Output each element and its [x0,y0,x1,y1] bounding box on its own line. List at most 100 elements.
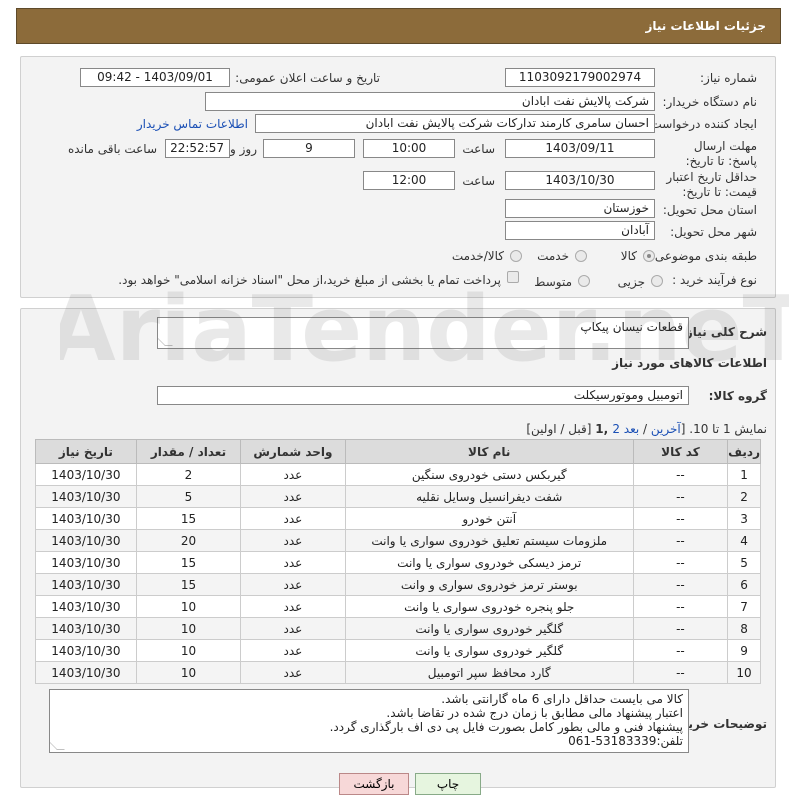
table-row: 7 -- جلو پنجره خودروی سواری یا وانت عدد 10 14… [35,595,761,618]
cell-unit: عدد [240,485,346,508]
cell-name: بوستر ترمز خودروی سواری و وانت [344,573,634,596]
cell-quantity: 5 [135,485,242,508]
cell-name: ترمز دیسکی خودروی سواری یا وانت [344,551,634,574]
cell-unit: عدد [240,529,346,552]
goods-table-header: ردیف کد کالا نام کالا واحد شمارش تعداد /… [35,439,761,464]
goods-group-label: گروه کالا: [708,389,767,403]
requester-field: احسان سامری کارمند تدارکات شرکت پالایش ن… [255,114,655,133]
treasury-payment-checkbox[interactable] [507,271,519,283]
cell-quantity: 10 [135,595,242,618]
days-label: روز و [230,142,257,156]
process-type-label: نوع فرآیند خرید : [672,273,757,287]
cell-row: 6 [727,573,761,596]
cell-date: 1403/10/30 [35,595,137,618]
province-label: استان محل تحویل: [662,203,757,217]
validity-date-field: 1403/10/30 [505,171,655,190]
cell-code: -- [632,639,729,662]
announce-datetime-label: تاریخ و ساعت اعلان عمومی: [235,71,380,85]
buyer-notes-textarea: کالا می بایست حداقل دارای 6 ماه گارانتی … [49,689,689,753]
cell-quantity: 10 [135,639,242,662]
description-label: شرح کلی نیاز: [681,325,767,339]
pagination-next-link[interactable]: بعد [624,422,639,436]
process-minor-label: جزیی [617,275,645,289]
cell-unit: عدد [240,551,346,574]
cell-row: 9 [727,639,761,662]
cell-date: 1403/10/30 [35,485,137,508]
table-row: 10 -- گارد محافظ سپر اتومبیل عدد 10 1403/10/3… [35,661,761,684]
reply-date-field: 1403/09/11 [505,139,655,158]
cell-unit: عدد [240,573,346,596]
need-number-label: شماره نیاز: [700,71,757,85]
cell-date: 1403/10/30 [35,551,137,574]
buyer-org-label: نام دستگاه خریدار: [662,95,758,109]
cell-date: 1403/10/30 [35,573,137,596]
cell-code: -- [632,529,729,552]
buyer-note-line: پیشنهاد فنی و مالی بطور کامل بصورت فایل … [329,720,683,734]
category-both-label: کالا/خدمت [451,249,504,263]
need-number-field: 1103092179002974 [505,68,655,87]
buyer-note-line: اعتبار پیشنهاد مالی مطابق با زمان درج شد… [386,706,683,720]
cell-name: گلگیر خودروی سواری یا وانت [344,639,634,662]
pagination-bar: نمایش 1 تا 10. [آخرین / بعد 2 ,1 [قبل / … [526,422,767,436]
pagination-suffix: [قبل / اولین] [526,422,596,436]
announce-datetime-field: 1403/09/01 - 09:42 [80,68,230,87]
remaining-time-field: 22:52:57 [165,139,230,158]
back-button[interactable]: بازگشت [339,773,409,795]
cell-date: 1403/10/30 [35,639,137,662]
category-service-label: خدمت [537,249,569,263]
pagination-page-2[interactable]: 2 [612,422,620,436]
goods-group-field: اتومبیل وموتورسیکلت [157,386,689,405]
buyer-org-field: شرکت پالایش نفت ابادان [205,92,655,111]
buyer-contact-link[interactable]: اطلاعات تماس خریدار [137,117,248,131]
col-unit: واحد شمارش [240,439,346,464]
cell-quantity: 10 [135,617,242,640]
pagination-last-link[interactable]: آخرین [651,422,681,436]
cell-unit: عدد [240,661,346,684]
print-button[interactable]: چاپ [415,773,481,795]
table-row: 2 -- شفت دیفرانسیل وسایل نقلیه عدد 5 1403/10/… [35,485,761,508]
category-label: طبقه بندی موضوعی: [650,249,757,263]
goods-table: ردیف کد کالا نام کالا واحد شمارش تعداد /… [35,439,761,684]
cell-row: 3 [727,507,761,530]
cell-row: 8 [727,617,761,640]
validity-time-label: ساعت [462,174,495,188]
requester-label: ایجاد کننده درخواست: [646,117,757,131]
description-textarea: قطعات نیسان پیکاپ [157,317,689,349]
goods-info-title: اطلاعات کالاهای مورد نیاز [612,356,767,370]
cell-name: گارد محافظ سپر اتومبیل [344,661,634,684]
category-service-radio[interactable] [575,250,587,262]
cell-quantity: 10 [135,661,242,684]
treasury-payment-note: پرداخت تمام یا بخشی از مبلغ خرید،از محل … [118,273,501,287]
cell-code: -- [632,617,729,640]
need-details-panel: شرح کلی نیاز: قطعات نیسان پیکاپ اطلاعات … [20,308,776,788]
category-both-radio[interactable] [510,250,522,262]
reply-time-label: ساعت [462,142,495,156]
cell-name: شفت دیفرانسیل وسایل نقلیه [344,485,634,508]
cell-code: -- [632,595,729,618]
col-date: تاریخ نیاز [35,439,137,464]
cell-unit: عدد [240,595,346,618]
table-row: 6 -- بوستر ترمز خودروی سواری و وانت عدد 15 14… [35,573,761,596]
cell-date: 1403/10/30 [35,507,137,530]
process-minor-radio[interactable] [651,275,663,287]
table-row: 9 -- گلگیر خودروی سواری یا وانت عدد 10 1403/1… [35,639,761,662]
resize-handle-icon[interactable] [158,338,173,346]
category-goods-label: کالا [620,249,637,263]
cell-code: -- [632,507,729,530]
cell-unit: عدد [240,617,346,640]
reply-deadline-label: مهلت ارسال پاسخ: تا تاریخ: [685,139,757,168]
process-medium-label: متوسط [534,275,572,289]
days-remaining-field: 9 [263,139,355,158]
price-validity-label: حداقل تاریخ اعتبار قیمت: تا تاریخ: [666,170,757,199]
validity-time-field: 12:00 [363,171,455,190]
cell-name: جلو پنجره خودروی سواری یا وانت [344,595,634,618]
process-medium-radio[interactable] [578,275,590,287]
cell-code: -- [632,661,729,684]
city-field: آبادان [505,221,655,240]
buyer-note-line: تلفن:53183339-061 [568,734,683,748]
cell-name: ملزومات سیستم تعلیق خودروی سواری یا وانت [344,529,634,552]
cell-unit: عدد [240,463,346,486]
table-row: 5 -- ترمز دیسکی خودروی سواری یا وانت عدد 15 1… [35,551,761,574]
category-goods-radio[interactable] [643,250,655,262]
cell-unit: عدد [240,507,346,530]
